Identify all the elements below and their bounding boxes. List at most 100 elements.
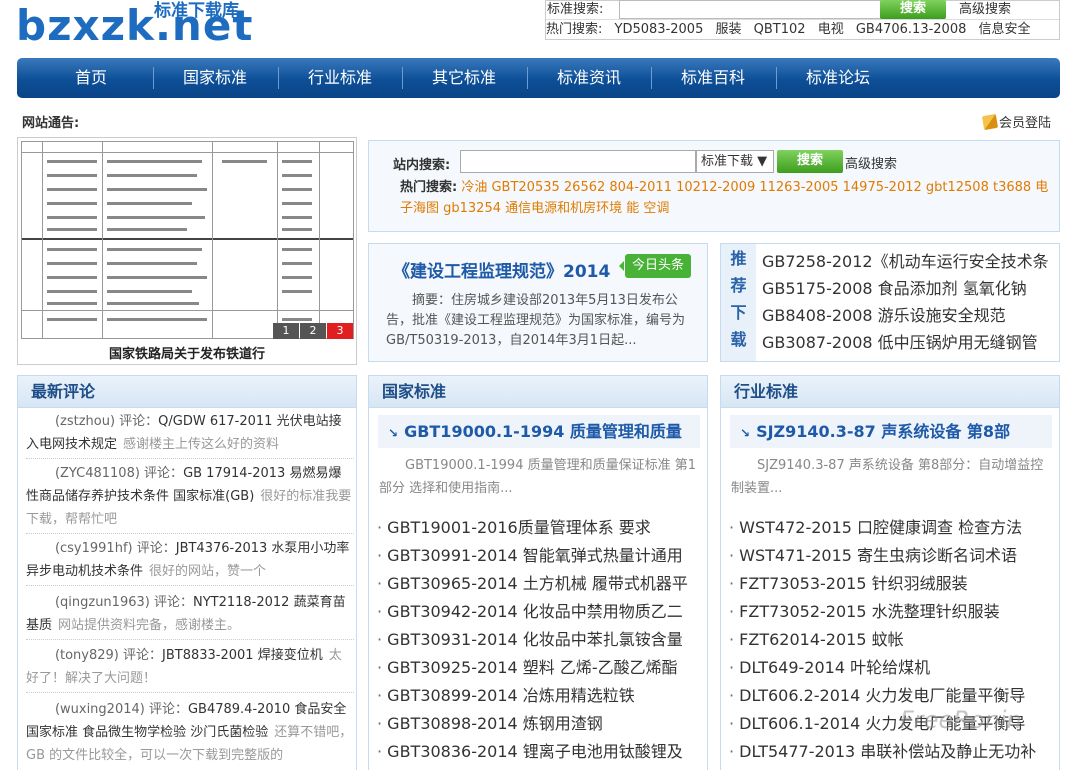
headline-summary: 摘要：住房城乡建设部2013年5月13日发布公告，批准《建设工程监理规范》为国家… xyxy=(386,293,686,348)
top-hot-label: 热门搜索: xyxy=(546,22,603,37)
comment-user: (qingzun1963) 评论： xyxy=(54,595,193,610)
list-item[interactable]: DLT5477-2013 串联补偿站及静止无功补 xyxy=(729,738,1054,766)
nav-industry-standards[interactable]: 行业标准 xyxy=(278,58,402,98)
national-standards-title: 国家标准 xyxy=(369,376,707,408)
slide-pager: 1 2 3 xyxy=(272,323,353,339)
site-notice-label: 网站通告: xyxy=(22,116,80,131)
recommend-item[interactable]: GB8408-2008 游乐设施安全规范 xyxy=(762,302,1049,329)
arrow-icon: ↘ xyxy=(388,426,399,440)
main-nav: 首页 国家标准 行业标准 其它标准 标准资讯 标准百科 标准论坛 xyxy=(17,58,1060,98)
comment-item: (tony829) 评论：JBT8833-2001 焊接变位机 太好了！解决了大问… xyxy=(26,644,354,693)
list-item[interactable]: FZT73053-2015 针织羽绒服装 xyxy=(729,570,1054,598)
comment-item: (zstzhou) 评论：Q/GDW 617-2011 光伏电站接入电网技术规定… xyxy=(26,410,354,459)
industry-featured[interactable]: ↘ SJZ9140.3-87 声系统设备 第8部 xyxy=(730,415,1052,448)
slideshow[interactable]: 1 2 3 国家铁路局关于发布铁道行 xyxy=(17,137,357,365)
list-item[interactable]: FZT62014-2015 蚊帐 xyxy=(729,626,1054,654)
top-search-button[interactable]: 搜索 xyxy=(880,0,946,19)
list-item[interactable]: WST471-2015 寄生虫病诊断名词术语 xyxy=(729,542,1054,570)
pencil-icon xyxy=(981,113,999,131)
headline-tag: 今日头条 xyxy=(619,254,691,278)
national-featured-desc: GBT19000.1-1994 质量管理和质量保证标准 第1部分 选择和使用指南… xyxy=(379,458,697,496)
nav-standard-news[interactable]: 标准资讯 xyxy=(527,58,651,98)
page: bzxzk.net 标准下载库 标准搜索: 搜索 高级搜索 热门搜索: YD50… xyxy=(0,0,1080,770)
list-item[interactable]: FZT73052-2015 水洗整理针织服装 xyxy=(729,598,1054,626)
hot-search-terms[interactable]: 冷油 GBT20535 26562 804-2011 10212-2009 11… xyxy=(400,180,1048,216)
list-item[interactable]: GBT30836-2014 锂离子电池用钛酸锂及 xyxy=(377,738,702,766)
hot-link[interactable]: 服装 xyxy=(715,22,741,37)
top-hot-searches: 热门搜索: YD5083-2005 服装 QBT102 电视 GB4706.13… xyxy=(546,21,1039,39)
nav-standard-forum[interactable]: 标准论坛 xyxy=(776,58,900,98)
nav-home[interactable]: 首页 xyxy=(29,58,153,98)
national-featured-title: GBT19000.1-1994 质量管理和质量 xyxy=(404,422,682,441)
national-featured[interactable]: ↘ GBT19000.1-1994 质量管理和质量 xyxy=(378,415,700,448)
logo-subtitle: 标准下载库 xyxy=(154,1,239,21)
site-search-button[interactable]: 搜索 xyxy=(777,150,843,173)
list-item[interactable]: GBT30898-2014 炼钢用渣钢 xyxy=(377,710,702,738)
member-login-label: 会员登陆 xyxy=(999,116,1052,131)
comment-text: 感谢楼主上传这么好的资料 xyxy=(123,437,280,452)
comment-item: (wuxing2014) 评论：GB4789.4-2010 食品安全国家标准 食… xyxy=(26,698,354,769)
list-item[interactable]: WST472-2015 口腔健康调查 检查方法 xyxy=(729,514,1054,542)
list-item[interactable]: GBT30925-2014 塑料 乙烯-乙酸乙烯酯 xyxy=(377,654,702,682)
hot-link[interactable]: 电视 xyxy=(818,22,844,37)
recommend-item[interactable]: GB7258-2012《机动车运行安全技术条 xyxy=(762,248,1049,275)
arrow-icon: ↘ xyxy=(740,426,751,440)
slide-page-3[interactable]: 3 xyxy=(327,323,353,339)
headline-box: 《建设工程监理规范》2014 今日头条 摘要：住房城乡建设部2013年5月13日… xyxy=(368,243,708,362)
search-type-select[interactable]: 标准下载 ▼ xyxy=(696,150,774,173)
industry-featured-desc: SJZ9140.3-87 声系统设备 第8部分：自动增益控制装置... xyxy=(731,458,1044,496)
list-item[interactable]: GBT19001-2016质量管理体系 要求 xyxy=(377,514,702,542)
slide-page-2[interactable]: 2 xyxy=(300,323,326,339)
list-item[interactable]: GBT30899-2014 冶炼用精选粒铁 xyxy=(377,682,702,710)
comment-topic-link[interactable]: JBT8833-2001 焊接变位机 xyxy=(162,648,323,663)
list-item[interactable]: GBT30991-2014 智能氧弹式热量计通用 xyxy=(377,542,702,570)
comment-item: (csy1991hf) 评论：JBT4376-2013 水泵用小功率异步电动机技… xyxy=(26,537,354,586)
watermark: FreeRonin xyxy=(900,706,1022,734)
national-standards-list: GBT19001-2016质量管理体系 要求 GBT30991-2014 智能氧… xyxy=(377,514,702,766)
advanced-search-link[interactable]: 高级搜索 xyxy=(845,153,897,172)
member-login-link[interactable]: 会员登陆 xyxy=(981,112,1052,131)
national-standards-panel: 国家标准 ↘ GBT19000.1-1994 质量管理和质量 GBT19000.1… xyxy=(368,375,708,770)
top-search: 标准搜索: 搜索 高级搜索 热门搜索: YD5083-2005 服装 QBT10… xyxy=(545,0,1060,40)
site-logo[interactable]: bzxzk.net 标准下载库 xyxy=(16,0,256,52)
nav-national-standards[interactable]: 国家标准 xyxy=(153,58,277,98)
hot-link[interactable]: YD5083-2005 xyxy=(615,22,704,37)
top-search-label: 标准搜索: xyxy=(547,2,604,17)
list-item[interactable]: GBT30942-2014 化妆品中禁用物质乙二 xyxy=(377,598,702,626)
recommend-box: 推 荐 下 载 GB7258-2012《机动车运行安全技术条 GB5175-20… xyxy=(720,243,1060,362)
search-type-value: 标准下载 xyxy=(701,154,754,169)
recommend-item[interactable]: GB5175-2008 食品添加剂 氢氧化钠 xyxy=(762,275,1049,302)
industry-featured-title: SJZ9140.3-87 声系统设备 第8部 xyxy=(756,422,1011,441)
list-item[interactable]: GBT30931-2014 化妆品中苯扎氯铵含量 xyxy=(377,626,702,654)
recommend-item[interactable]: GB3087-2008 低中压锅炉用无缝钢管 xyxy=(762,329,1049,356)
site-search-label: 站内搜索: xyxy=(393,158,451,173)
comment-user: (csy1991hf) 评论： xyxy=(54,541,176,556)
recommend-label: 推 荐 下 载 xyxy=(721,244,756,361)
comment-user: (tony829) 评论： xyxy=(54,648,163,663)
comment-item: (ZYC481108) 评论：GB 17914-2013 易燃易爆性商品储存养护… xyxy=(26,462,354,534)
hot-link[interactable]: GB4706.13-2008 xyxy=(856,22,967,37)
recommend-char: 荐 xyxy=(730,276,747,295)
recommend-char: 载 xyxy=(730,330,747,349)
site-hot-searches[interactable]: 热门搜索: 冷油 GBT20535 26562 804-2011 10212-2… xyxy=(400,177,1050,219)
site-search-box: 站内搜索: 标准下载 ▼ 搜索 高级搜索 热门搜索: 冷油 GBT20535 2… xyxy=(368,140,1060,232)
nav-other-standards[interactable]: 其它标准 xyxy=(402,58,526,98)
recommend-char: 下 xyxy=(730,303,747,322)
chevron-down-icon: ▼ xyxy=(757,154,768,169)
nav-standard-wiki[interactable]: 标准百科 xyxy=(651,58,775,98)
slide-image[interactable] xyxy=(21,141,354,339)
list-item[interactable]: GBT30965-2014 土方机械 履带式机器平 xyxy=(377,570,702,598)
slide-caption[interactable]: 国家铁路局关于发布铁道行 xyxy=(18,343,356,362)
hot-link[interactable]: 信息安全 xyxy=(979,22,1031,37)
recommend-char: 推 xyxy=(730,249,747,268)
comment-user: (zstzhou) 评论： xyxy=(54,414,159,429)
comment-item: (qingzun1963) 评论：NYT2118-2012 蔬菜育苗基质 网站提供… xyxy=(26,591,354,640)
slide-page-1[interactable]: 1 xyxy=(273,323,299,339)
list-item[interactable]: DLT649-2014 叶轮给煤机 xyxy=(729,654,1054,682)
site-search-input[interactable] xyxy=(460,150,696,173)
top-search-input[interactable] xyxy=(619,0,881,19)
comment-text: 很好的网站，赞一个 xyxy=(149,564,267,579)
top-advanced-search-link[interactable]: 高级搜索 xyxy=(959,1,1011,18)
headline-title[interactable]: 《建设工程监理规范》2014 xyxy=(393,257,610,282)
hot-link[interactable]: QBT102 xyxy=(754,22,806,37)
